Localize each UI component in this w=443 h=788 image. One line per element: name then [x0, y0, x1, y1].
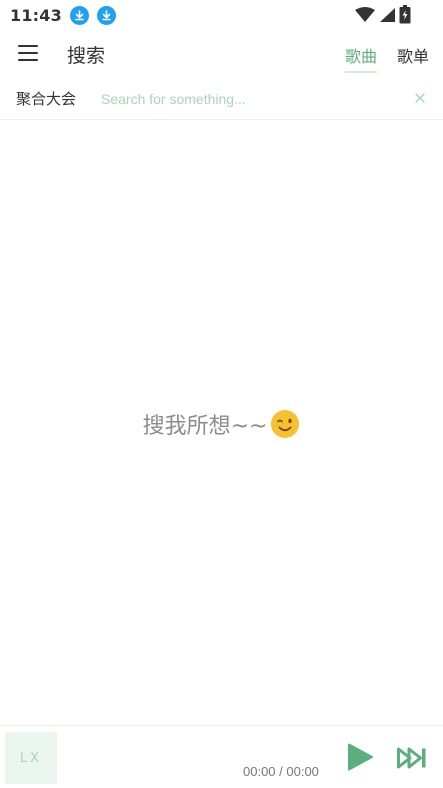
winking-face-icon [271, 410, 300, 438]
hamburger-menu-icon[interactable] [18, 45, 38, 61]
source-selector[interactable]: 聚合大会 [16, 88, 76, 109]
player-bar: LX 00:00 / 00:00 [0, 725, 443, 788]
status-icons [355, 5, 411, 24]
download-icon [69, 5, 89, 25]
app-header: 搜索 歌曲 歌单 [0, 30, 443, 78]
playback-time: 00:00 / 00:00 [243, 764, 319, 779]
signal-icon [380, 7, 395, 22]
skip-next-icon[interactable] [397, 746, 427, 770]
app-screen: 11:43 搜索 歌曲 歌单 聚合大会 Search for something… [0, 0, 443, 788]
cover-text: LX [19, 750, 43, 766]
album-cover[interactable]: LX [5, 732, 57, 784]
play-icon[interactable] [346, 743, 374, 771]
tab-songs[interactable]: 歌曲 [345, 43, 378, 73]
empty-state-text: 搜我所想~~ [142, 414, 268, 439]
empty-state: 搜我所想~~ [0, 404, 443, 444]
search-bar: 聚合大会 [0, 78, 443, 120]
search-input[interactable] [98, 86, 398, 112]
download-icon [96, 5, 116, 25]
status-time: 11:43 [10, 5, 62, 25]
status-bar: 11:43 [0, 0, 443, 30]
close-icon[interactable] [413, 91, 427, 105]
battery-charging-icon [399, 5, 411, 24]
tab-playlists[interactable]: 歌单 [397, 43, 429, 67]
page-title: 搜索 [67, 45, 106, 67]
wifi-icon [355, 6, 375, 22]
